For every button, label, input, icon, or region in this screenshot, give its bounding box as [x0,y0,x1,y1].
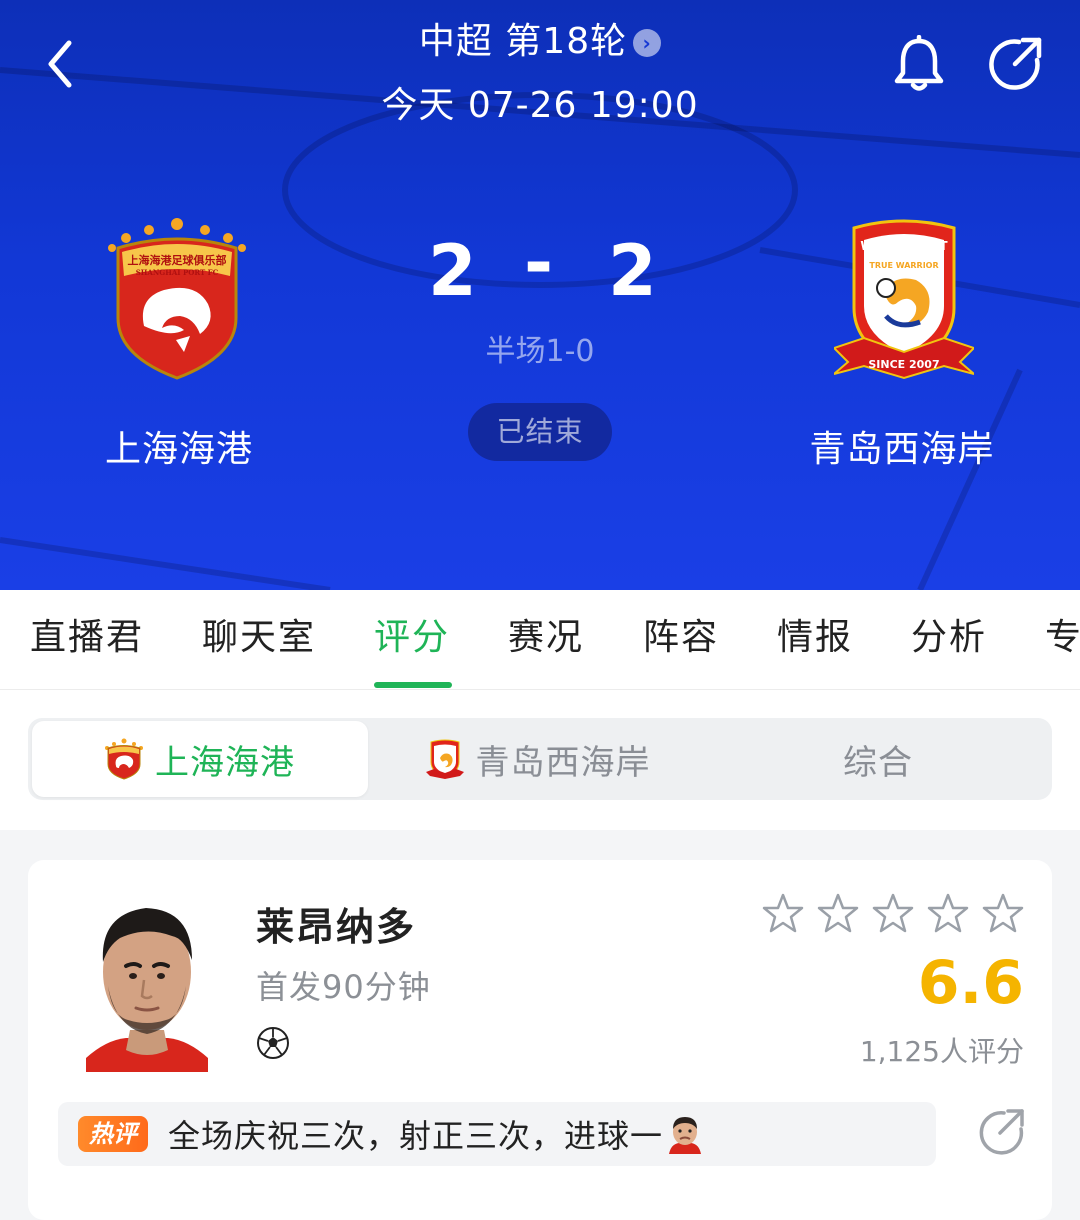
share-button[interactable] [984,32,1046,96]
tab-analysis[interactable]: 分析 [911,608,987,660]
away-team-name[interactable]: 青岛西海岸 [800,420,1004,472]
player-name: 莱昂纳多 [256,905,417,949]
player-photo [86,908,208,1072]
segment-all-label: 综合 [843,742,913,783]
hot-comment[interactable]: 热评 全场庆祝三次，射正三次，进球一 [58,1102,936,1166]
hot-comment-text: 全场庆祝三次，射正三次，进球一 [168,1117,664,1155]
notification-button[interactable] [888,32,950,96]
star-icon[interactable] [817,892,859,934]
star-icon[interactable] [872,892,914,934]
tab-more[interactable]: 专 [1045,608,1080,660]
home-team-name[interactable]: 上海海港 [104,420,254,472]
league-round-label: 中超 第18轮 [418,21,628,62]
segment-home-team[interactable]: 上海海港 [32,721,368,797]
comment-share-icon[interactable] [976,1108,1026,1158]
active-tab-indicator [374,682,452,688]
tab-ratings[interactable]: 评分 [374,608,450,660]
team-segmented-control: 上海海港 青岛西海岸 综合 [28,718,1052,800]
match-header: 中超 第18轮 › 今天 07-26 19:00 上海海港足球俱乐部 SHANGH… [0,0,1080,590]
halftime-score: 半场1-0 [485,334,595,369]
shanghai-port-mini-crest [105,738,143,780]
crest-away-mid: TRUE WARRIOR [869,261,938,270]
rater-count: 1,125人评分 [859,1035,1024,1068]
football-icon [257,1027,289,1059]
crest-home-sub: SHANGHAI PORT FC [136,268,219,277]
away-score: 2 [608,230,657,312]
star-icon[interactable] [762,892,804,934]
rating-stars[interactable] [762,892,1024,934]
segment-away-team[interactable]: 青岛西海岸 [368,721,708,797]
segment-away-label: 青岛西海岸 [475,742,651,783]
tab-bar: 直播君 聊天室 评分 赛况 阵容 情报 分析 专 [0,590,1080,690]
bell-icon [894,35,944,91]
hot-comment-badge: 热评 [78,1116,148,1152]
player-rating-score: 6.6 [917,948,1024,1018]
score-separator: - [524,222,554,304]
segment-all[interactable]: 综合 [708,721,1048,797]
crest-home-text: 上海海港足球俱乐部 [128,253,227,267]
player-rating-card[interactable]: 莱昂纳多 首发90分钟 6.6 1,125人评分 热评 全场庆祝三次，射正三次，… [28,860,1052,1220]
crest-away-top: WEST COAST [860,239,948,253]
tab-match-events[interactable]: 赛况 [508,608,584,660]
player-emoji-icon [669,1117,702,1154]
segment-home-label: 上海海港 [155,742,295,783]
home-score: 2 [428,230,477,312]
tab-chatroom[interactable]: 聊天室 [202,608,316,660]
chevron-right-icon: › [633,29,662,57]
star-icon[interactable] [982,892,1024,934]
star-icon[interactable] [927,892,969,934]
player-minutes: 首发90分钟 [256,968,431,1006]
qingdao-mini-crest [425,739,464,779]
tab-lineup[interactable]: 阵容 [643,608,719,660]
share-icon [989,37,1042,90]
tab-live[interactable]: 直播君 [30,608,144,660]
match-status-badge: 已结束 [468,403,612,461]
tab-intel[interactable]: 情报 [777,608,853,660]
